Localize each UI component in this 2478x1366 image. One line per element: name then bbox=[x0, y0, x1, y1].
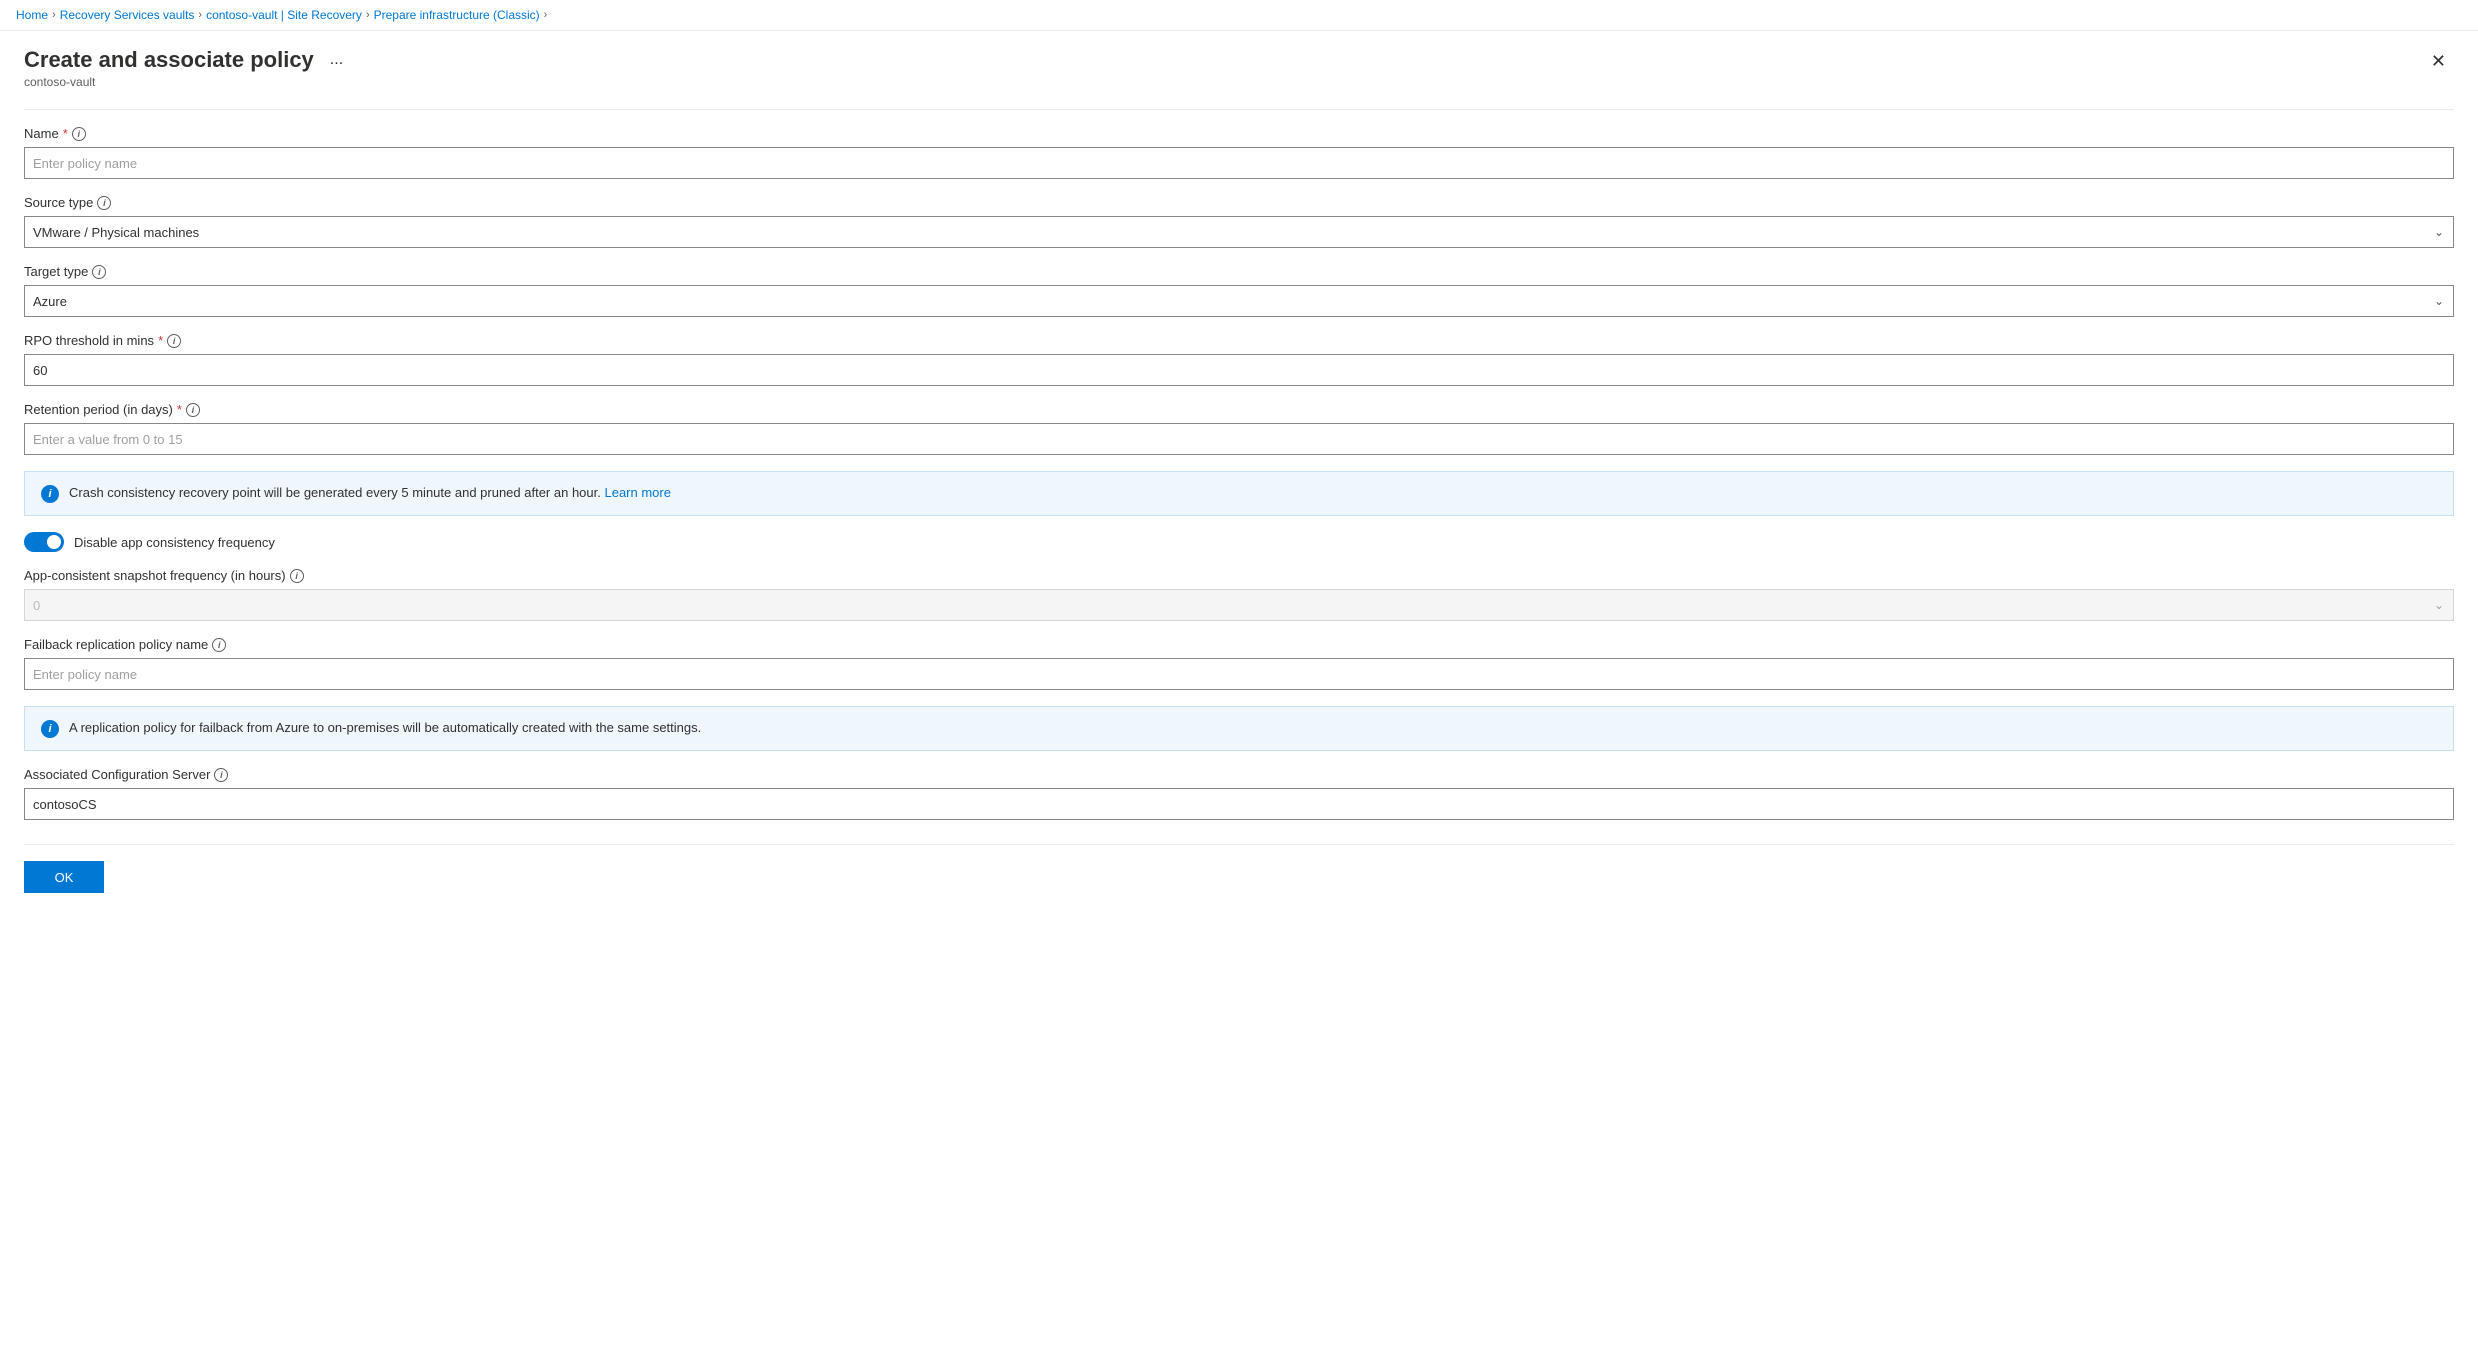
target-type-label: Target type i bbox=[24, 264, 2454, 279]
target-type-select-wrapper: Azure On-premises ⌄ bbox=[24, 285, 2454, 317]
name-required: * bbox=[63, 126, 68, 141]
app-snapshot-info-icon[interactable]: i bbox=[290, 569, 304, 583]
name-info-icon[interactable]: i bbox=[72, 127, 86, 141]
rpo-required: * bbox=[158, 333, 163, 348]
toggle-slider bbox=[24, 532, 64, 552]
footer-buttons: OK bbox=[24, 844, 2454, 893]
failback-banner: i A replication policy for failback from… bbox=[24, 706, 2454, 751]
rpo-group: RPO threshold in mins * i bbox=[24, 333, 2454, 386]
source-type-info-icon[interactable]: i bbox=[97, 196, 111, 210]
app-consistency-toggle[interactable] bbox=[24, 532, 64, 552]
assoc-config-info-icon[interactable]: i bbox=[214, 768, 228, 782]
breadcrumb-recovery-vaults[interactable]: Recovery Services vaults bbox=[60, 8, 195, 22]
target-type-info-icon[interactable]: i bbox=[92, 265, 106, 279]
crash-banner-text: Crash consistency recovery point will be… bbox=[69, 484, 671, 502]
rpo-info-icon[interactable]: i bbox=[167, 334, 181, 348]
app-snapshot-select-wrapper: 0 ⌄ bbox=[24, 589, 2454, 621]
app-snapshot-label: App-consistent snapshot frequency (in ho… bbox=[24, 568, 2454, 583]
more-options-button[interactable]: ... bbox=[322, 49, 351, 71]
assoc-config-input[interactable] bbox=[24, 788, 2454, 820]
header-title-row: Create and associate policy ... bbox=[24, 47, 351, 73]
source-type-label: Source type i bbox=[24, 195, 2454, 210]
assoc-config-label: Associated Configuration Server i bbox=[24, 767, 2454, 782]
crash-banner-learn-more-link[interactable]: Learn more bbox=[604, 485, 670, 500]
source-type-group: Source type i VMware / Physical machines… bbox=[24, 195, 2454, 248]
source-type-select[interactable]: VMware / Physical machines Hyper-V bbox=[24, 216, 2454, 248]
main-container: Create and associate policy ... ✕ contos… bbox=[0, 31, 2478, 909]
crash-consistency-banner: i Crash consistency recovery point will … bbox=[24, 471, 2454, 516]
failback-banner-icon: i bbox=[41, 720, 59, 738]
name-input[interactable] bbox=[24, 147, 2454, 179]
page-subtitle: contoso-vault bbox=[24, 75, 2454, 89]
close-button[interactable]: ✕ bbox=[2423, 47, 2454, 76]
page-title: Create and associate policy bbox=[24, 47, 314, 73]
name-group: Name * i bbox=[24, 126, 2454, 179]
retention-input[interactable] bbox=[24, 423, 2454, 455]
rpo-label: RPO threshold in mins * i bbox=[24, 333, 2454, 348]
breadcrumb-sep-3: › bbox=[366, 9, 370, 21]
retention-info-icon[interactable]: i bbox=[186, 403, 200, 417]
form-section: Name * i Source type i VMware / Physical… bbox=[24, 126, 2454, 893]
failback-info-icon[interactable]: i bbox=[212, 638, 226, 652]
app-snapshot-group: App-consistent snapshot frequency (in ho… bbox=[24, 568, 2454, 621]
breadcrumb-prepare-infra[interactable]: Prepare infrastructure (Classic) bbox=[374, 8, 540, 22]
toggle-group: Disable app consistency frequency bbox=[24, 532, 2454, 552]
failback-group: Failback replication policy name i bbox=[24, 637, 2454, 690]
breadcrumb: Home › Recovery Services vaults › contos… bbox=[0, 0, 2478, 31]
crash-banner-icon: i bbox=[41, 485, 59, 503]
retention-required: * bbox=[177, 402, 182, 417]
failback-input[interactable] bbox=[24, 658, 2454, 690]
breadcrumb-contoso-vault[interactable]: contoso-vault | Site Recovery bbox=[206, 8, 362, 22]
header-divider bbox=[24, 109, 2454, 110]
failback-banner-text: A replication policy for failback from A… bbox=[69, 719, 701, 737]
target-type-group: Target type i Azure On-premises ⌄ bbox=[24, 264, 2454, 317]
retention-label: Retention period (in days) * i bbox=[24, 402, 2454, 417]
rpo-input[interactable] bbox=[24, 354, 2454, 386]
failback-label: Failback replication policy name i bbox=[24, 637, 2454, 652]
page-header: Create and associate policy ... ✕ bbox=[24, 47, 2454, 73]
breadcrumb-sep-4: › bbox=[544, 9, 548, 21]
breadcrumb-sep-2: › bbox=[198, 9, 202, 21]
breadcrumb-home[interactable]: Home bbox=[16, 8, 48, 22]
breadcrumb-sep-1: › bbox=[52, 9, 56, 21]
toggle-row: Disable app consistency frequency bbox=[24, 532, 2454, 552]
source-type-select-wrapper: VMware / Physical machines Hyper-V ⌄ bbox=[24, 216, 2454, 248]
assoc-config-group: Associated Configuration Server i bbox=[24, 767, 2454, 820]
target-type-select[interactable]: Azure On-premises bbox=[24, 285, 2454, 317]
name-label: Name * i bbox=[24, 126, 2454, 141]
ok-button[interactable]: OK bbox=[24, 861, 104, 893]
toggle-label-text: Disable app consistency frequency bbox=[74, 535, 275, 550]
retention-group: Retention period (in days) * i bbox=[24, 402, 2454, 455]
app-snapshot-select[interactable]: 0 bbox=[24, 589, 2454, 621]
